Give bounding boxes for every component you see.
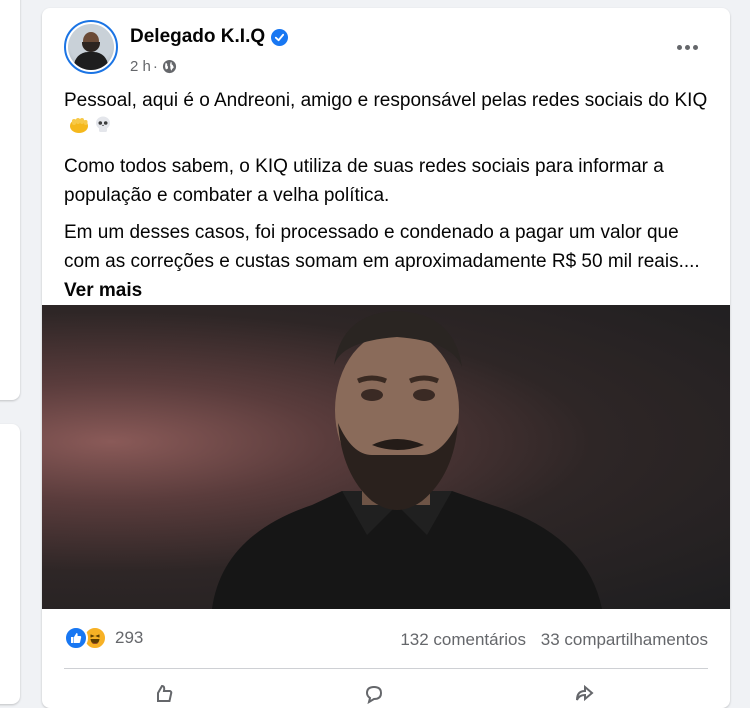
- like-icon[interactable]: [154, 684, 174, 704]
- post-stats: 293 132 comentários 33 compartilhamentos: [64, 624, 708, 654]
- post-paragraph: Como todos sabem, o KIQ utiliza de suas …: [64, 156, 664, 207]
- reactions-summary[interactable]: 293: [64, 626, 143, 650]
- post-actions: [64, 676, 708, 706]
- author-name[interactable]: Delegado K.I.Q: [130, 26, 265, 48]
- like-reaction-icon: [64, 626, 88, 650]
- reaction-count: 293: [115, 628, 144, 647]
- post-text: Pessoal, aqui é o Andreoni, amigo e resp…: [64, 86, 714, 313]
- verified-badge-icon: [271, 28, 289, 46]
- adjacent-card: [0, 0, 20, 400]
- post-time[interactable]: 2 h: [130, 58, 151, 75]
- see-more-link[interactable]: Ver mais: [64, 280, 142, 301]
- post-photo[interactable]: [42, 305, 730, 609]
- avatar[interactable]: [64, 20, 118, 74]
- post-paragraph: Em um desses casos, foi processado e con…: [64, 222, 700, 302]
- post-meta: 2 h ·: [130, 58, 177, 75]
- post-card: Delegado K.I.Q 2 h · Pessoal, aqui é o A…: [42, 8, 730, 708]
- skull-emoji-icon: [94, 115, 112, 144]
- post-paragraph: Pessoal, aqui é o Andreoni, amigo e resp…: [64, 86, 714, 144]
- post-header: Delegado K.I.Q 2 h ·: [64, 20, 704, 80]
- adjacent-card: [0, 424, 20, 704]
- shares-count[interactable]: 33 compartilhamentos: [541, 630, 708, 649]
- meta-separator: ·: [152, 58, 158, 75]
- comment-icon[interactable]: [364, 684, 384, 704]
- more-options-button[interactable]: [670, 30, 704, 64]
- stats-divider: [64, 668, 708, 669]
- fist-emoji-icon: [68, 115, 90, 144]
- share-icon[interactable]: [574, 684, 594, 704]
- globe-icon: [162, 59, 176, 74]
- comments-count[interactable]: 132 comentários: [400, 630, 526, 649]
